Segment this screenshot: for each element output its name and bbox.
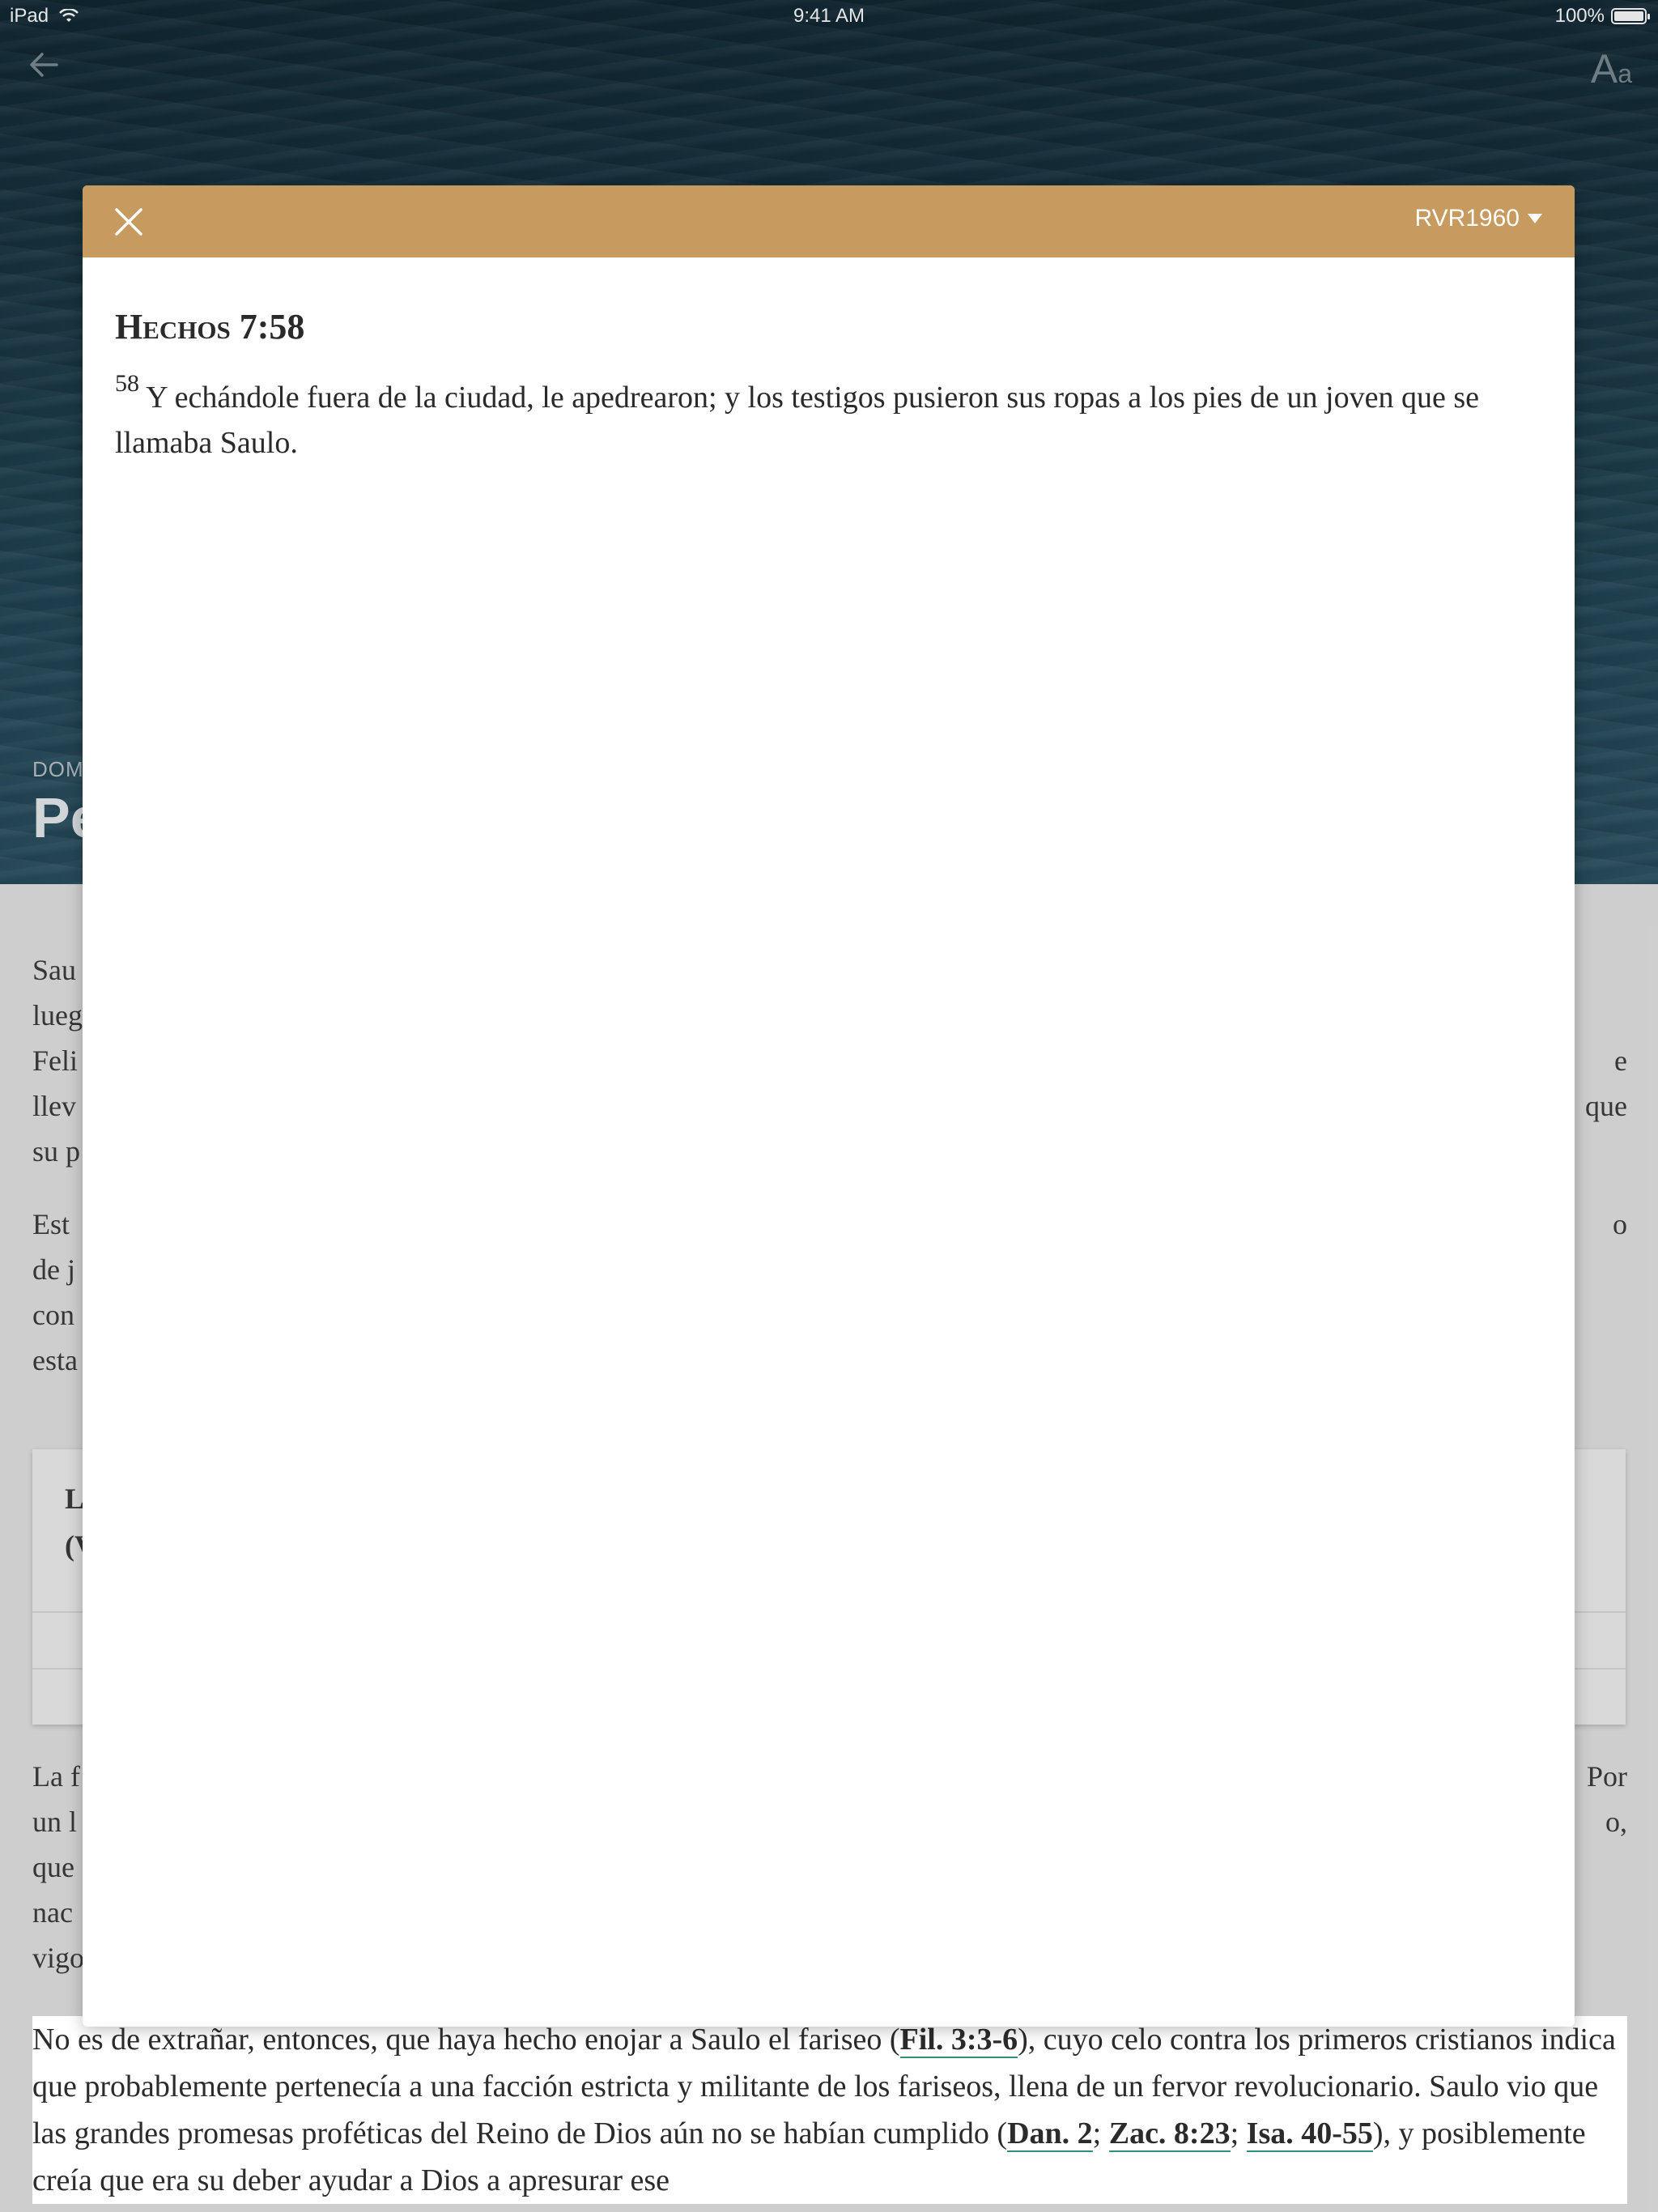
scripture-link[interactable]: Isa. 40-55 bbox=[1246, 2116, 1373, 2152]
scripture-link[interactable]: Zac. 8:23 bbox=[1108, 2116, 1231, 2152]
text-run: ; bbox=[1092, 2116, 1109, 2150]
version-label: RVR1960 bbox=[1414, 205, 1520, 232]
version-selector[interactable]: RVR1960 bbox=[1414, 205, 1542, 232]
verse-modal: RVR1960 Hechos 7:58 58 Y echándole fuera… bbox=[83, 185, 1575, 2027]
scripture-link[interactable]: Dan. 2 bbox=[1007, 2116, 1093, 2152]
verse-text: 58 Y echándole fuera de la ciudad, le ap… bbox=[115, 372, 1542, 466]
verse-number: 58 bbox=[115, 370, 139, 398]
verse-content: Y echándole fuera de la ciudad, le apedr… bbox=[115, 381, 1479, 460]
article-paragraph: No es de extrañar, entonces, que haya he… bbox=[32, 2016, 1627, 2204]
modal-header: RVR1960 bbox=[83, 185, 1575, 257]
passage-reference: Hechos 7:58 bbox=[115, 307, 305, 347]
text-run: No es de extrañar, entonces, que haya he… bbox=[32, 2023, 900, 2057]
caret-down-icon bbox=[1528, 214, 1542, 223]
close-icon[interactable] bbox=[112, 205, 146, 239]
scripture-link[interactable]: Fil. 3:3-6 bbox=[899, 2023, 1018, 2058]
modal-body: Hechos 7:58 58 Y echándole fuera de la c… bbox=[83, 257, 1575, 466]
text-run: ; bbox=[1230, 2116, 1247, 2150]
